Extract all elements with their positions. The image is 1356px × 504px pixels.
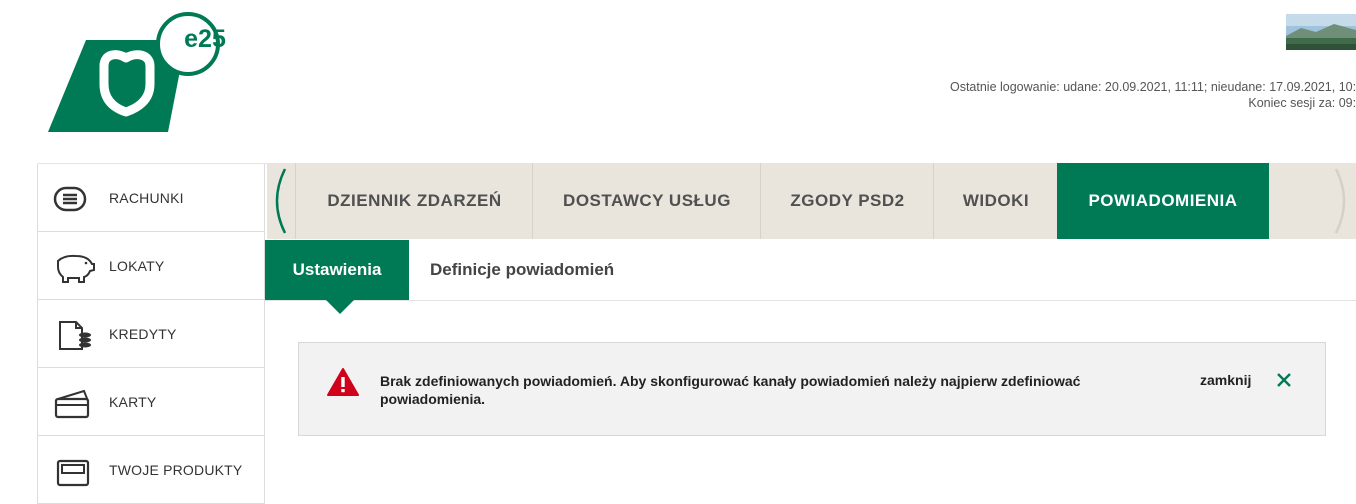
sidebar-nav: RACHUNKI LOKATY KREDYTY KARTY TWOJE PROD… [37,164,265,504]
subtab-definicje-powiadomien[interactable]: Definicje powiadomień [430,240,614,300]
active-subtab-indicator [326,300,354,314]
sidebar-item-rachunki[interactable]: RACHUNKI [37,164,265,232]
tab-dziennik-zdarzen[interactable]: DZIENNIK ZDARZEŃ [295,163,533,239]
warning-icon [327,367,359,397]
tab-zgody-psd2[interactable]: ZGODY PSD2 [760,163,934,239]
card-icon [52,387,96,419]
sidebar-item-twoje-produkty[interactable]: TWOJE PRODUKTY [37,436,265,504]
session-timer-text: Koniec sesji za: 09:49 [1248,96,1356,110]
loan-document-icon [52,319,96,351]
tab-widoki[interactable]: WIDOKI [933,163,1058,239]
sidebar-item-karty[interactable]: KARTY [37,368,265,436]
last-login-text: Ostatnie logowanie: udane: 20.09.2021, 1… [949,80,1356,94]
sidebar-item-label: TWOJE PRODUKTY [109,462,243,478]
wallet-icon [52,455,96,487]
sidebar-item-label: KREDYTY [109,326,177,342]
alert-close-link[interactable]: zamknij [1200,372,1251,388]
sidebar-item-lokaty[interactable]: LOKATY [37,232,265,300]
sidebar-item-label: RACHUNKI [109,190,184,206]
landscape-photo-icon [1286,14,1356,50]
main-tab-bar: DZIENNIK ZDARZEŃ DOSTAWCY USŁUG ZGODY PS… [267,163,1356,239]
list-icon [52,183,96,215]
tabs-scroll-left-button[interactable] [267,163,295,239]
subtab-ustawienia[interactable]: Ustawienia [265,240,409,300]
sub-tab-bar: Ustawienia Definicje powiadomień [265,240,1356,301]
alert-message: Brak zdefiniowanych powiadomień. Aby sko… [380,373,1081,407]
close-icon[interactable] [1275,371,1293,389]
tab-powiadomienia[interactable]: POWIADOMIENIA [1057,163,1269,239]
info-alert: Brak zdefiniowanych powiadomień. Aby sko… [298,342,1326,436]
logo-e25-text: e25 [184,25,226,53]
bank-logo[interactable]: e25 [46,10,226,135]
piggy-bank-icon [52,251,96,283]
chevron-left-icon [275,168,287,234]
chevron-right-icon [1334,168,1346,234]
sidebar-item-label: KARTY [109,394,157,410]
tab-dostawcy-uslug[interactable]: DOSTAWCY USŁUG [532,163,761,239]
tabs-scroll-right-button[interactable] [1328,163,1356,239]
sidebar-item-label: LOKATY [109,258,165,274]
user-avatar[interactable] [1286,14,1356,50]
sidebar-item-kredyty[interactable]: KREDYTY [37,300,265,368]
login-info: Ostatnie logowanie: udane: 20.09.2021, 1… [700,80,1356,116]
